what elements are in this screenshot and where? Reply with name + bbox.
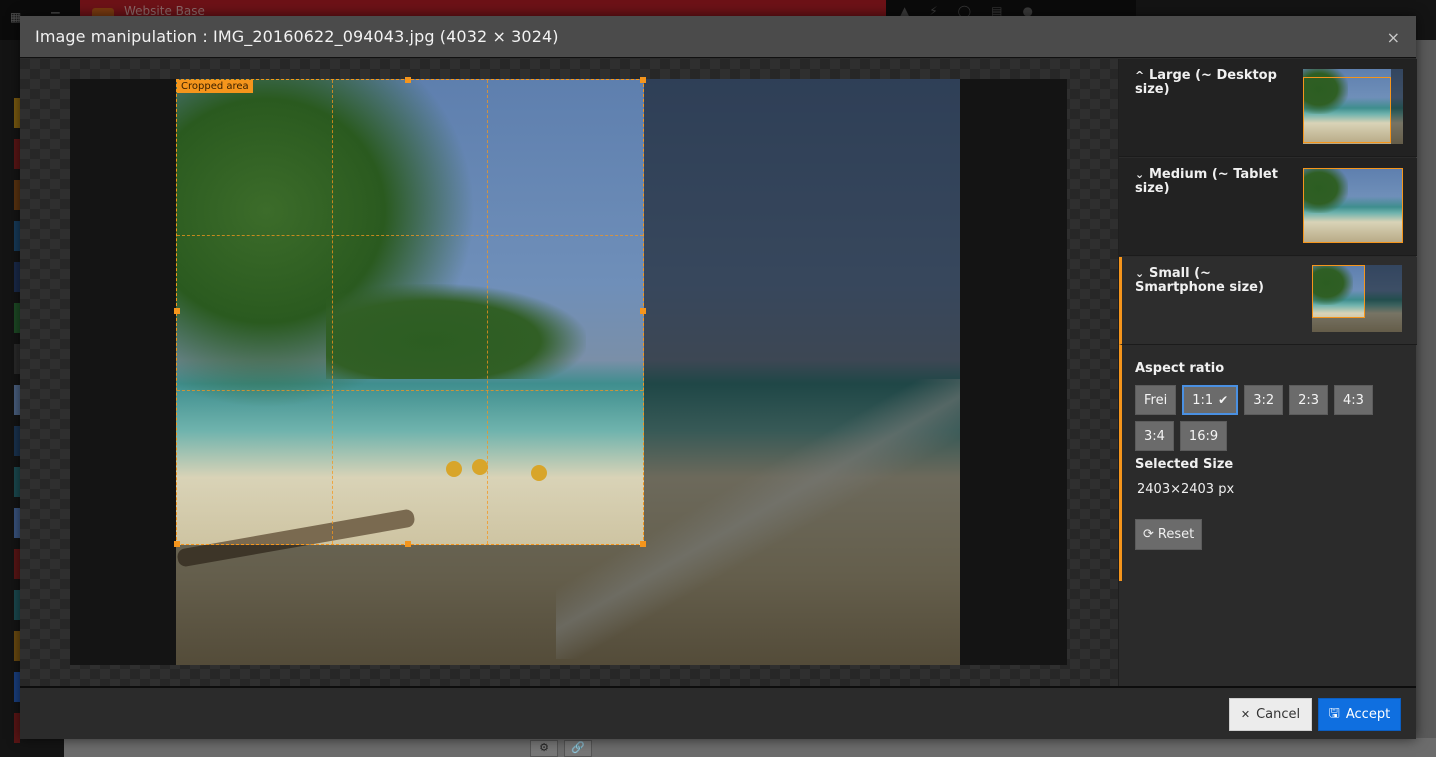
variant-large[interactable]: ^ Large (~ Desktop size) — [1119, 59, 1417, 157]
close-icon: ✕ — [1240, 708, 1251, 721]
ratio-button-3-4[interactable]: 3:4 — [1135, 421, 1174, 451]
crop-mask-right — [644, 79, 960, 665]
variant-small-title: ⌄ Small (~ Smartphone size) — [1135, 266, 1264, 295]
crop-variants-sidebar: ^ Large (~ Desktop size) ⌄ Medium (~ Table… — [1118, 59, 1417, 686]
thumbnail-mask — [1312, 318, 1365, 332]
modal-title: Image manipulation : IMG_20160622_094043… — [35, 27, 559, 46]
crop-handle-bottom[interactable] — [405, 541, 411, 547]
crop-canvas[interactable]: Cropped area — [70, 77, 1067, 665]
thumbnail-mask — [1391, 69, 1403, 144]
variant-large-thumbnail — [1303, 69, 1403, 144]
crop-handle-top-right[interactable] — [640, 77, 646, 83]
modal-header: Image manipulation : IMG_20160622_094043… — [20, 16, 1416, 58]
ratio-button-2-3[interactable]: 2:3 — [1289, 385, 1329, 415]
checkmark-icon: ✔ — [1218, 393, 1229, 407]
crop-handle-bottom-left[interactable] — [174, 541, 180, 547]
ratio-button-1-1[interactable]: 1:1 ✔ — [1182, 385, 1239, 415]
thumbnail-crop-box — [1303, 77, 1391, 143]
ratio-button-16-9[interactable]: 16:9 — [1179, 421, 1228, 451]
save-icon: 🖫 — [1328, 705, 1340, 721]
ratio-button-4-3[interactable]: 4:3 — [1334, 385, 1373, 415]
background-page-bottom — [64, 738, 1436, 757]
crop-handle-right[interactable] — [640, 308, 646, 314]
image-manipulation-modal: Image manipulation : IMG_20160622_094043… — [20, 16, 1417, 739]
aspect-ratio-label: Aspect ratio — [1135, 361, 1225, 376]
ratio-button-3-2[interactable]: 3:2 — [1244, 385, 1284, 415]
chevron-down-icon: ⌄ — [1135, 267, 1145, 280]
background-tool-icon: ⚙ — [530, 740, 558, 757]
variant-small-thumbnail — [1312, 265, 1402, 332]
selected-size-value: 2403×2403 px — [1137, 482, 1235, 497]
crop-grid-line — [332, 80, 333, 544]
variant-medium-title: ⌄ Medium (~ Tablet size) — [1135, 167, 1278, 196]
chevron-up-icon: ^ — [1135, 69, 1145, 82]
modal-footer: ✕ Cancel 🖫 Accept — [20, 686, 1416, 739]
crop-handle-top[interactable] — [405, 77, 411, 83]
close-icon[interactable]: × — [1387, 28, 1400, 47]
crop-grid-line — [177, 235, 643, 236]
aspect-ratio-options: Frei 1:1 ✔ 3:2 2:3 4:3 3:4 16:9 — [1135, 385, 1405, 451]
cancel-button[interactable]: ✕ Cancel — [1229, 698, 1312, 731]
link-icon: 🔗 — [564, 740, 592, 757]
thumbnail-crop-box — [1303, 168, 1403, 243]
crop-handle-left[interactable] — [174, 308, 180, 314]
chevron-down-icon: ⌄ — [1135, 168, 1145, 181]
refresh-icon: ⟳ — [1143, 527, 1154, 542]
ratio-button-frei[interactable]: Frei — [1135, 385, 1177, 415]
background-scroll-area — [1416, 40, 1436, 757]
thumbnail-crop-box — [1312, 265, 1365, 318]
crop-area-label: Cropped area — [177, 80, 253, 93]
variant-medium[interactable]: ⌄ Medium (~ Tablet size) — [1119, 158, 1417, 256]
modal-body: Cropped area ^ Large (~ Desktop size) ⌄ … — [20, 59, 1417, 686]
variant-small[interactable]: ⌄ Small (~ Smartphone size) — [1119, 257, 1417, 345]
accept-button[interactable]: 🖫 Accept — [1318, 698, 1401, 731]
crop-handle-bottom-right[interactable] — [640, 541, 646, 547]
crop-mask-bottom — [176, 545, 644, 665]
thumbnail-mask — [1365, 265, 1402, 332]
variant-medium-thumbnail — [1303, 168, 1403, 243]
active-variant-indicator — [1119, 345, 1122, 581]
variant-large-title: ^ Large (~ Desktop size) — [1135, 68, 1277, 97]
crop-grid-line — [177, 390, 643, 391]
reset-button[interactable]: ⟳ Reset — [1135, 519, 1203, 550]
crop-stage: Cropped area — [20, 59, 1118, 686]
crop-area[interactable]: Cropped area — [174, 77, 646, 547]
crop-grid-line — [487, 80, 488, 544]
selected-size-label: Selected Size — [1135, 457, 1234, 472]
